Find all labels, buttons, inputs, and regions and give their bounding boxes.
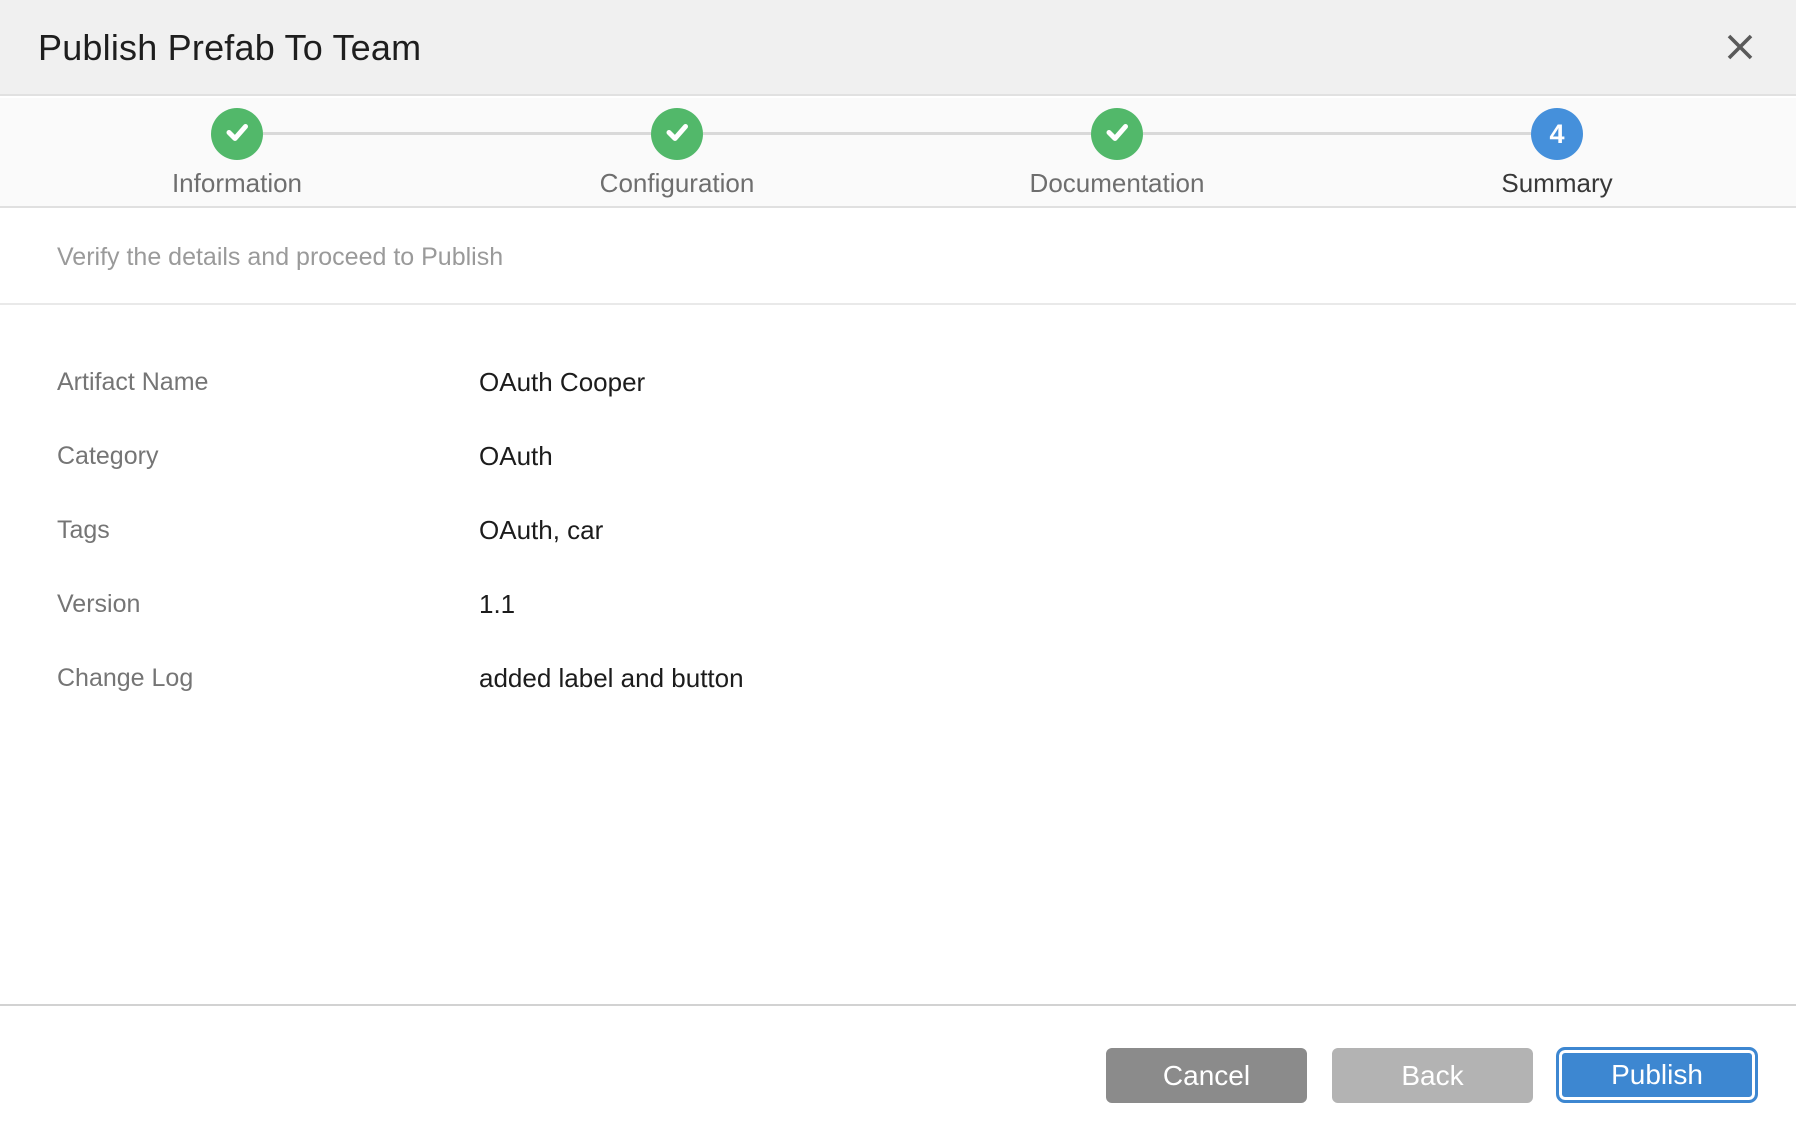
step-information[interactable]: Information xyxy=(137,98,337,199)
publish-button[interactable]: Publish xyxy=(1556,1047,1758,1103)
close-button[interactable] xyxy=(1720,28,1760,68)
step-1-circle xyxy=(211,108,263,160)
step-3-circle xyxy=(1091,108,1143,160)
check-icon xyxy=(662,117,692,152)
summary-row-version: Version 1.1 xyxy=(0,589,1796,619)
publish-prefab-dialog: Publish Prefab To Team Informati xyxy=(0,0,1796,1138)
row-label: Version xyxy=(57,589,140,619)
step-label: Summary xyxy=(1457,168,1657,199)
back-button[interactable]: Back xyxy=(1332,1048,1533,1103)
row-value: added label and button xyxy=(479,663,744,693)
step-summary[interactable]: 4 Summary xyxy=(1457,98,1657,199)
close-icon xyxy=(1724,51,1756,66)
summary-row-tags: Tags OAuth, car xyxy=(0,515,1796,545)
page-title: Publish Prefab To Team xyxy=(38,0,421,96)
dialog-header: Publish Prefab To Team xyxy=(0,0,1796,96)
step-4-circle: 4 xyxy=(1531,108,1583,160)
summary-row-artifact-name: Artifact Name OAuth Cooper xyxy=(0,367,1796,397)
row-label: Tags xyxy=(57,515,110,545)
step-number: 4 xyxy=(1549,119,1564,150)
check-icon xyxy=(222,117,252,152)
step-2-circle xyxy=(651,108,703,160)
step-label: Configuration xyxy=(577,168,777,199)
step-label: Documentation xyxy=(1017,168,1217,199)
row-value: OAuth xyxy=(479,441,553,471)
step-label: Information xyxy=(137,168,337,199)
row-value: OAuth, car xyxy=(479,515,603,545)
subtitle-text: Verify the details and proceed to Publis… xyxy=(57,210,503,305)
step-configuration[interactable]: Configuration xyxy=(577,98,777,199)
row-label: Category xyxy=(57,441,158,471)
row-label: Artifact Name xyxy=(57,367,208,397)
summary-row-category: Category OAuth xyxy=(0,441,1796,471)
footer-divider xyxy=(0,1004,1796,1006)
row-value: OAuth Cooper xyxy=(479,367,645,397)
wizard-stepper: Information Configuration Docume xyxy=(0,98,1796,208)
step-documentation[interactable]: Documentation xyxy=(1017,98,1217,199)
subtitle-bar: Verify the details and proceed to Publis… xyxy=(0,210,1796,305)
row-value: 1.1 xyxy=(479,589,515,619)
summary-row-change-log: Change Log added label and button xyxy=(0,663,1796,693)
check-icon xyxy=(1102,117,1132,152)
row-label: Change Log xyxy=(57,663,193,693)
cancel-button[interactable]: Cancel xyxy=(1106,1048,1307,1103)
